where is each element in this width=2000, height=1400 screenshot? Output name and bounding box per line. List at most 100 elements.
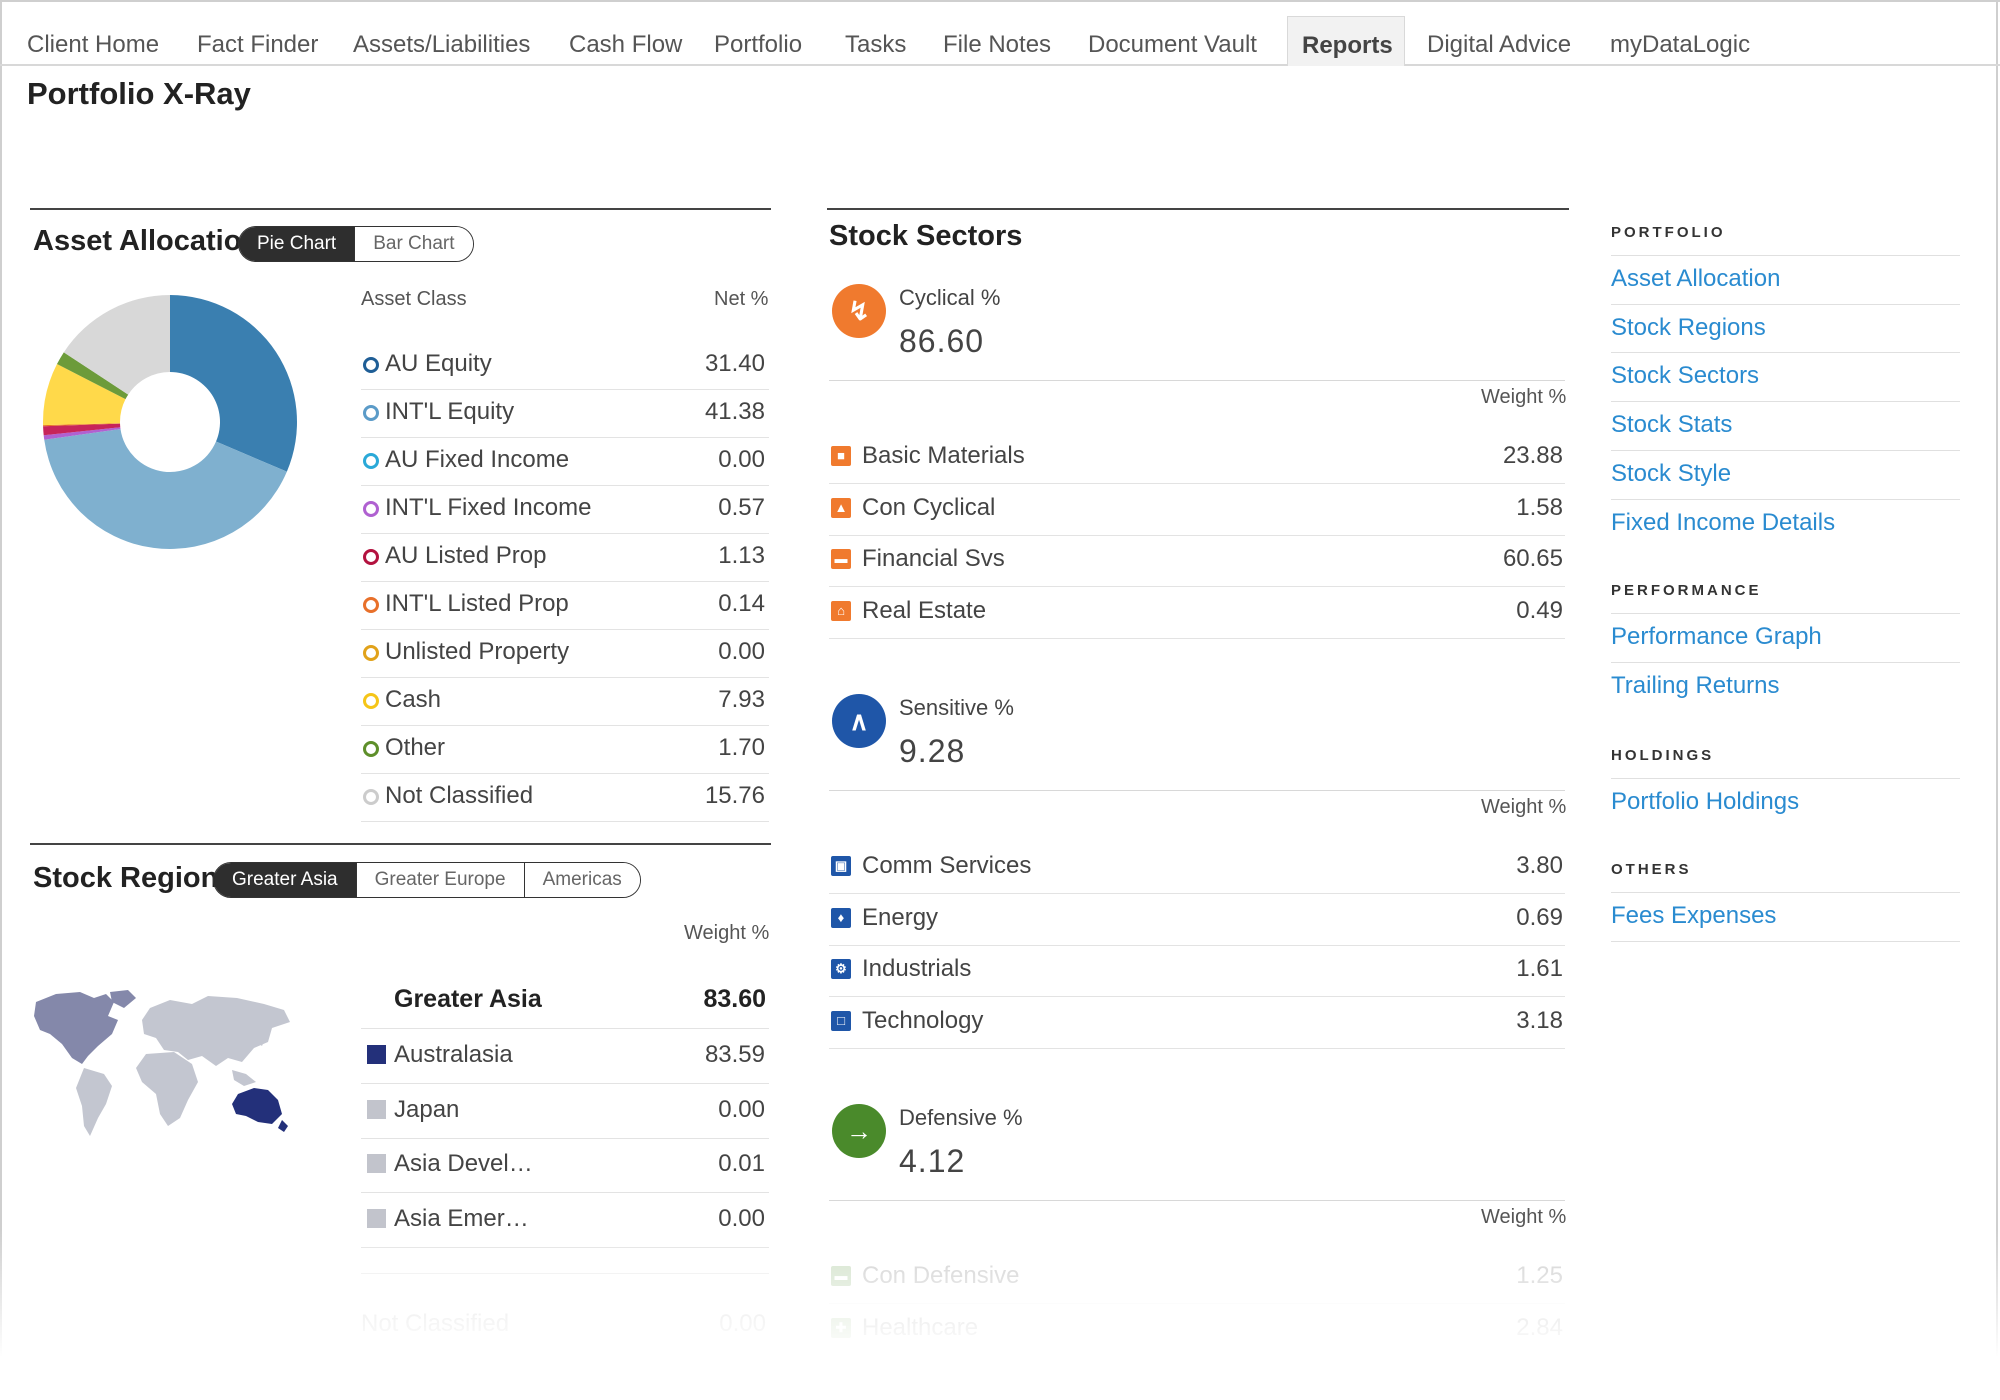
side-nav-link[interactable]: Asset Allocation [1611,255,1960,304]
sector-weight-header: Weight % [1481,386,1567,408]
tab-portfolio[interactable]: Portfolio [700,16,816,66]
region-label: Australasia [394,1041,513,1068]
series-marker-icon [363,789,379,805]
sector-label: Real Estate [862,596,987,624]
asset-class-row: INT'L Equity 41.38 [361,390,769,438]
side-nav-bottom-divider [1611,940,1960,942]
defensive-icon: → [832,1104,886,1158]
asset-class-value: 15.76 [704,782,765,809]
sector-label: Con Cyclical [862,493,996,521]
sector-group-value: 9.28 [899,733,966,769]
sector-row: ▣ Comm Services 3.80 [829,842,1565,894]
sector-row: ⌂ Real Estate 0.49 [829,587,1565,639]
region-row: Australasia 83.59 [361,1030,769,1084]
asset-class-value: 1.70 [718,734,765,761]
sector-value: 1.58 [1516,493,1563,521]
region-value: 0.00 [718,1204,765,1232]
asset-class-row: Unlisted Property 0.00 [361,630,769,678]
asset-class-value: 0.14 [718,590,765,617]
asset-class-label: INT'L Listed Prop [385,590,569,617]
sector-label: Industrials [862,955,972,982]
side-nav-link[interactable]: Fixed Income Details [1611,498,1960,548]
tab-tasks[interactable]: Tasks [831,16,920,66]
sector-label: Financial Svs [862,545,1005,572]
sector-group-divider [829,790,1565,791]
stock-regions-title: Stock Regions [33,862,235,894]
sector-icon: ▲ [831,497,851,518]
side-nav-link[interactable]: Stock Style [1611,449,1960,499]
asset-class-value: 41.38 [704,398,765,425]
world-map-image [34,990,290,1136]
region-label: Asia Devel… [394,1150,533,1177]
side-nav-heading: PORTFOLIO [1611,224,1726,241]
region-row: Japan 0.00 [361,1085,769,1139]
tab-reports[interactable]: Reports [1287,16,1405,66]
sector-value: 3.80 [1516,852,1563,879]
sector-icon: ⌂ [831,600,851,621]
side-nav-link[interactable]: Portfolio Holdings [1611,778,1960,827]
sector-icon: ▬ [831,549,851,569]
series-marker-icon [363,597,379,613]
asset-class-value: 1.13 [718,542,765,569]
series-marker-icon [363,357,379,373]
asset-allocation-title: Asset Allocation [33,225,260,257]
sector-row: ✚ Healthcare 2.84 [829,1304,1565,1356]
regions-not-classified-value: 0.00 [719,1310,766,1337]
sector-group-name: Cyclical % [899,285,1001,310]
greater-asia-toggle[interactable]: Greater Asia [214,863,356,897]
asset-class-label: Cash [385,686,442,713]
sector-icon: ▣ [831,856,851,876]
sector-icon: ■ [831,446,851,466]
side-nav-heading: PERFORMANCE [1611,582,1762,599]
sector-group-value: 4.12 [899,1143,966,1179]
sector-row: ▬ Financial Svs 60.65 [829,535,1565,587]
stock-regions-toggle: Greater Asia Greater Europe Americas [213,862,641,898]
region-color-swatch [367,1208,386,1228]
sector-row: ♦ Energy 0.69 [829,894,1565,946]
sector-icon: ⚙ [831,959,851,979]
americas-toggle[interactable]: Americas [523,863,640,897]
side-nav-link[interactable]: Stock Stats [1611,401,1960,450]
asset-class-value: 0.00 [718,638,765,665]
asset-class-row: AU Listed Prop 1.13 [361,534,769,582]
side-nav-link[interactable]: Trailing Returns [1611,661,1960,711]
sector-icon: ✚ [831,1317,851,1338]
asset-class-row: INT'L Fixed Income 0.57 [361,486,769,534]
tab-client-home[interactable]: Client Home [13,16,173,66]
regions-weight-header: Weight % [684,922,770,944]
tab-mydatalogic[interactable]: myDataLogic [1596,16,1764,66]
tab-fact-finder[interactable]: Fact Finder [183,16,332,66]
asset-class-value: 0.00 [718,446,765,473]
asset-allocation-rule [30,208,771,210]
donut-slice[interactable] [170,295,297,472]
pie-chart-toggle[interactable]: Pie Chart [239,227,355,261]
top-nav: Client Home Fact Finder Assets/Liabiliti… [0,0,2000,66]
side-nav-link[interactable]: Performance Graph [1611,613,1960,662]
bar-chart-toggle[interactable]: Bar Chart [354,227,473,261]
asset-class-value: 7.93 [718,686,765,713]
sector-row: ▲ Con Cyclical 1.58 [829,484,1565,536]
series-marker-icon [363,453,379,469]
tab-assets-liabilities[interactable]: Assets/Liabilities [339,16,544,66]
tab-document-vault[interactable]: Document Vault [1074,16,1271,66]
stock-sectors-title: Stock Sectors [829,220,1023,252]
greater-europe-toggle[interactable]: Greater Europe [355,863,524,897]
tab-cash-flow[interactable]: Cash Flow [555,16,696,66]
side-nav-link[interactable]: Stock Sectors [1611,352,1960,401]
tab-file-notes[interactable]: File Notes [929,16,1065,66]
regions-not-classified-label: Not Classified [361,1310,510,1337]
side-nav-heading: OTHERS [1611,861,1692,878]
asset-class-label: Unlisted Property [385,638,570,665]
tab-digital-advice[interactable]: Digital Advice [1413,16,1585,66]
asset-class-label: AU Listed Prop [385,542,547,569]
region-color-swatch [367,1045,386,1064]
asset-class-row: Cash 7.93 [361,678,769,726]
sector-value: 0.69 [1516,903,1563,931]
region-value: 0.00 [718,1095,765,1123]
side-nav-link[interactable]: Stock Regions [1611,303,1960,353]
series-marker-icon [363,549,379,565]
sector-value: 3.18 [1516,1006,1563,1034]
side-nav-link[interactable]: Fees Expenses [1611,892,1960,941]
region-row: Asia Devel… 0.01 [361,1139,769,1193]
greater-asia-label: Greater Asia [394,985,542,1013]
